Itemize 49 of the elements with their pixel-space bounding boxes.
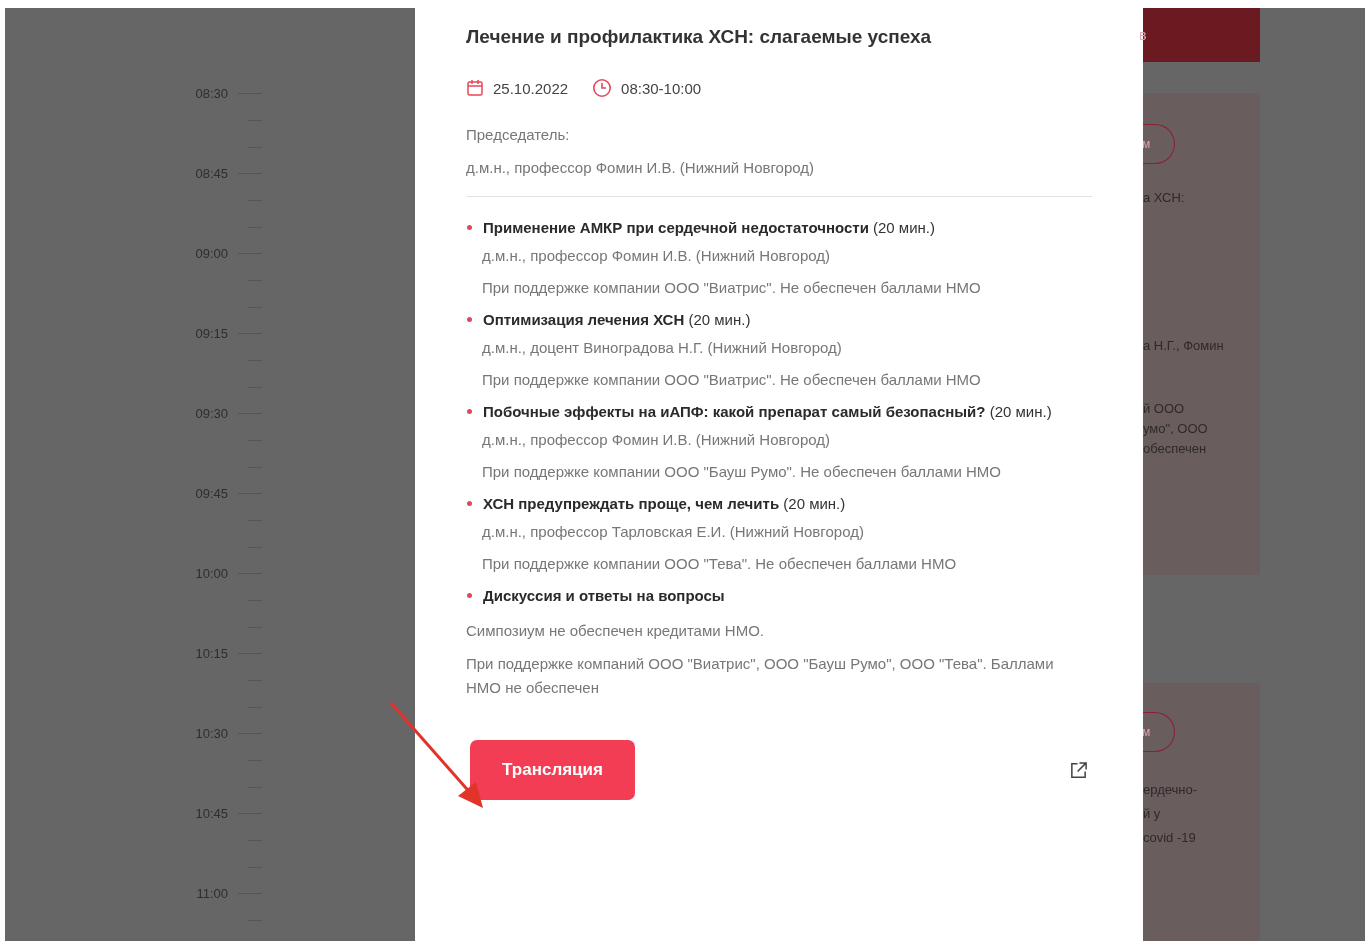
- session-title: Лечение и профилактика ХСН: слагаемые успеха: [466, 26, 933, 48]
- time-label: 10:15: [194, 645, 228, 661]
- talk-sponsor: При поддержке компании ООО "Виатрис". Не обеспечен баллами НМО: [482, 371, 982, 388]
- talk-speaker: д.м.н., профессор Фомин И.В. (Нижний Новгород): [482, 431, 832, 448]
- time-label: 10:30: [194, 725, 228, 741]
- talk-sponsor: При поддержке компании ООО "Виатрис". Не обеспечен баллами НМО: [482, 279, 982, 296]
- time-label: 09:30: [194, 405, 228, 421]
- chair-label: Председатель:: [466, 126, 571, 143]
- talk-title: ХСН предупреждать проще, чем лечить (20 мин.): [483, 495, 846, 512]
- bullet-dot: [467, 501, 472, 506]
- time-label: 09:15: [194, 325, 228, 341]
- card-text: обеспечен: [1143, 440, 1208, 458]
- chair-name: д.м.н., профессор Фомин И.В. (Нижний Новгород): [466, 159, 816, 176]
- card-text: а Н.Г., Фомин: [1143, 337, 1225, 355]
- session-date: 25.10.2022: [493, 79, 569, 97]
- talk-title: Применение АМКР при сердечной недостаточности (20 мин.): [483, 219, 935, 236]
- bullet-dot: [467, 317, 472, 322]
- calendar-icon: [466, 79, 484, 97]
- card-text: covid -19: [1143, 829, 1197, 847]
- header-text: в: [1139, 27, 1147, 43]
- broadcast-button[interactable]: Трансляция: [470, 740, 635, 800]
- note-text: При поддержке компаний ООО "Виатрис", ООО "Бауш Румо", ООО "Тева". Баллами НМО не обеспечен: [466, 654, 1055, 698]
- bullet-dot: [467, 225, 472, 230]
- card-text: й у: [1143, 805, 1162, 823]
- talk-title: Дискуссия и ответы на вопросы: [483, 587, 725, 604]
- talk-speaker: д.м.н., профессор Тарловская Е.И. (Нижний Новгород): [482, 523, 865, 540]
- note-text: Симпозиум не обеспечен кредитами НМО.: [466, 621, 765, 641]
- external-link-icon[interactable]: [1069, 760, 1088, 780]
- time-label: 08:45: [194, 165, 228, 181]
- time-label: 10:45: [194, 805, 228, 821]
- talk-speaker: д.м.н., профессор Фомин И.В. (Нижний Новгород): [482, 247, 832, 264]
- talk-sponsor: При поддержке компании ООО "Тева". Не обеспечен баллами НМО: [482, 555, 958, 572]
- time-label: 10:00: [194, 565, 228, 581]
- talk-speaker: д.м.н., доцент Виноградова Н.Г. (Нижний Новгород): [482, 339, 843, 356]
- time-label: 09:45: [194, 485, 228, 501]
- time-label: 08:30: [194, 85, 228, 101]
- bullet-dot: [467, 593, 472, 598]
- talk-title: Побочные эффекты на иАПФ: какой препарат самый безопасный? (20 мин.): [483, 403, 1052, 420]
- card-text: умо", ООО: [1143, 420, 1209, 438]
- talk-title: Оптимизация лечения ХСН (20 мин.): [483, 311, 751, 328]
- talk-sponsor: При поддержке компании ООО "Бауш Румо". Не обеспечен баллами НМО: [482, 463, 1002, 480]
- card-text: й ООО: [1143, 400, 1186, 418]
- card-text: а ХСН:: [1143, 189, 1186, 207]
- session-time: 08:30-10:00: [621, 79, 702, 97]
- time-label: 09:00: [194, 245, 228, 261]
- time-label: 11:00: [195, 885, 228, 901]
- card-text: ердечно-: [1143, 781, 1199, 799]
- clock-icon: [592, 78, 613, 98]
- bullet-dot: [467, 409, 472, 414]
